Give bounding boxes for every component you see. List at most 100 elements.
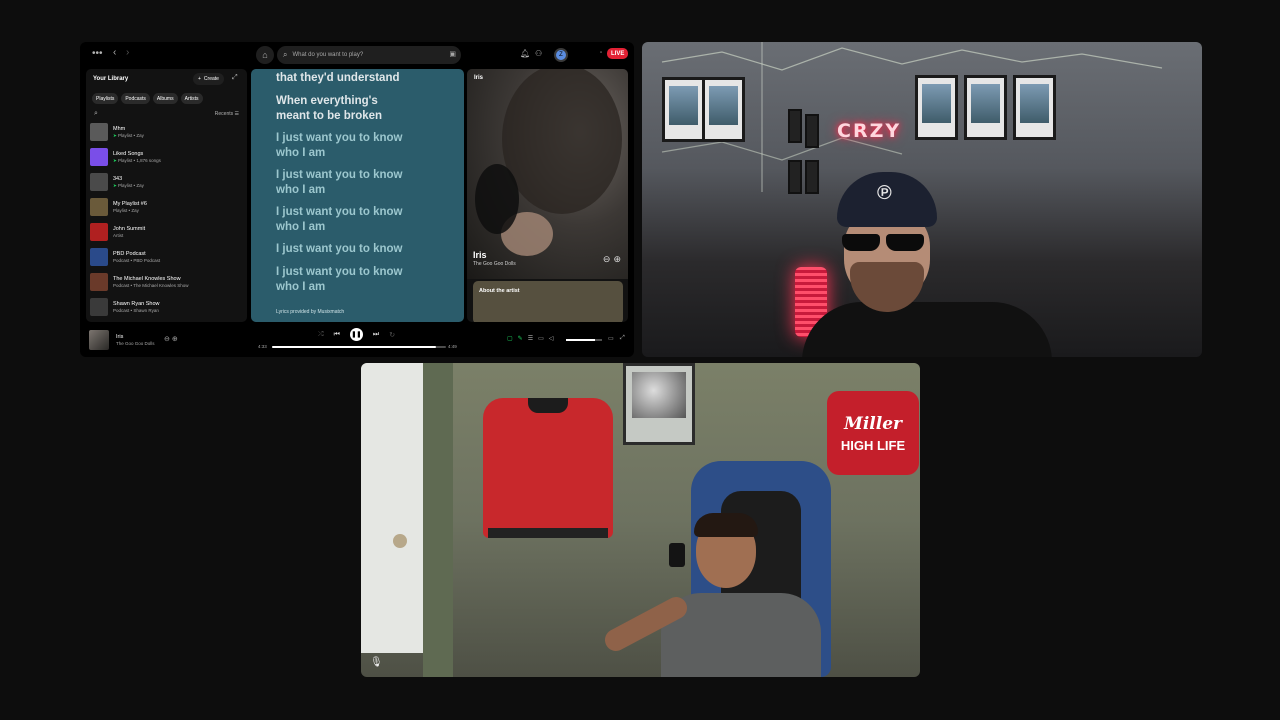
now-playing-panel: Iris Iris The Goo Goo Dolls ⊖ ⊕ About th… <box>467 69 628 322</box>
library-item[interactable]: 343 ➤ Playlist • Zay <box>90 171 242 193</box>
wall-frame <box>788 109 802 143</box>
library-item[interactable]: Shawn Ryan Show Podcast • Shawn Ryan <box>90 296 242 318</box>
player-bar: Iris The Goo Goo Dolls ⊖ ⊕ ⤮ ⏮ ❚❚ ⏭ ↻ 4:… <box>80 324 634 357</box>
lyric-line[interactable]: that they'd understand <box>276 71 446 86</box>
library-item-name: Liked Songs <box>113 150 144 157</box>
remove-icon[interactable]: ⊖ <box>603 254 611 265</box>
sign-text: HIGH LIFE <box>840 437 906 453</box>
expand-icon[interactable]: ⤢ <box>232 74 238 82</box>
about-artist-card[interactable]: About the artist <box>473 281 623 322</box>
volume-fill <box>566 339 595 341</box>
create-button[interactable]: + Create <box>193 73 224 85</box>
player-cover[interactable] <box>89 330 109 350</box>
wall-poster <box>702 77 745 142</box>
library-item-text: 343 ➤ Playlist • Zay <box>113 176 144 189</box>
live-badge: LIVE <box>607 48 629 59</box>
library-item-text: Mhm ➤ Playlist • Zay <box>113 126 144 139</box>
webcam-feed-2: Miller HIGH LIFE 🎙︎ <box>361 363 920 677</box>
now-playing-title: Iris <box>474 75 484 81</box>
repeat-icon[interactable]: ↻ <box>389 331 395 339</box>
volume-slider[interactable] <box>566 339 602 341</box>
progress-fill <box>272 346 436 348</box>
browse-icon[interactable]: ▣ <box>449 50 456 58</box>
library-title[interactable]: Your Library <box>93 76 128 82</box>
more-options-icon[interactable]: ••• <box>92 48 103 59</box>
about-artist-label: About the artist <box>479 288 520 294</box>
volume-icon[interactable]: ◁ <box>549 335 554 342</box>
create-label: Create <box>203 76 219 82</box>
connect-device-icon[interactable]: ▭ <box>538 335 544 342</box>
fullscreen-icon[interactable]: ⤢ <box>620 335 625 342</box>
back-icon[interactable]: ‹ <box>113 47 116 58</box>
lyric-line[interactable]: I just want you to know who I am <box>276 168 406 198</box>
queue-icon[interactable]: ☰ <box>528 335 533 342</box>
sort-recents[interactable]: Recents ☰ <box>215 111 239 117</box>
playback-controls: ⤮ ⏮ ❚❚ ⏭ ↻ <box>318 328 395 341</box>
add-icon[interactable]: ⊕ <box>613 254 621 265</box>
chip-playlists[interactable]: Playlists <box>92 93 119 104</box>
library-item[interactable]: John Summit Artist <box>90 221 242 243</box>
mini-player-icon[interactable]: ▭ <box>608 335 614 342</box>
library-item-text: Shawn Ryan Show Podcast • Shawn Ryan <box>113 301 159 313</box>
library-item-subtitle: ➤ Playlist • Zay <box>113 133 144 139</box>
player-artist[interactable]: The Goo Goo Dolls <box>116 341 155 346</box>
library-item[interactable]: PBD Podcast Podcast • PBD Podcast <box>90 246 242 268</box>
lyric-line[interactable]: I just want you to know who I am <box>276 131 406 161</box>
lyric-line[interactable]: When everything's meant to be broken <box>276 94 406 124</box>
elapsed-time: 4:33 <box>258 344 267 349</box>
wall-frame <box>788 160 802 194</box>
library-item-subtitle: Podcast • Shawn Ryan <box>113 308 159 313</box>
library-item-name: John Summit <box>113 226 146 232</box>
minimize-icon[interactable]: ▫ <box>600 50 602 56</box>
library-item[interactable]: My Playlist #6 Playlist • Zay <box>90 196 242 218</box>
notifications-icon[interactable]: 🔔︎ <box>520 49 530 58</box>
add-icon[interactable]: ⊕ <box>172 336 178 343</box>
search-input[interactable]: ⌕ What do you want to play? ▣ <box>277 46 461 64</box>
library-item-cover <box>90 123 108 141</box>
next-icon[interactable]: ⏭ <box>373 331 379 339</box>
streamer-2 <box>601 513 821 677</box>
library-item-cover <box>90 198 108 216</box>
chip-albums[interactable]: Albums <box>152 93 178 104</box>
library-item-text: Liked Songs ➤ Playlist • 1,876 songs <box>113 151 161 164</box>
library-item-subtitle: Podcast • PBD Podcast <box>113 258 160 263</box>
chip-artists[interactable]: Artists <box>180 93 203 104</box>
library-item-subtitle: Podcast • The Michael Knowles Show <box>113 283 189 288</box>
chip-podcasts[interactable]: Podcasts <box>121 93 150 104</box>
now-playing-actions: ⊖ ⊕ <box>603 254 621 265</box>
top-bar: ••• ‹ › ⌂ ⌕ What do you want to play? ▣ … <box>80 42 634 68</box>
library-item-subtitle-text: Playlist • Zay <box>118 182 144 188</box>
forward-icon[interactable]: › <box>126 47 129 58</box>
player-track[interactable]: Iris <box>116 334 123 340</box>
library-item-subtitle-text: Playlist • 1,876 songs <box>118 157 161 163</box>
wall-frame <box>805 160 819 194</box>
progress-bar[interactable] <box>272 346 446 348</box>
library-item[interactable]: The Michael Knowles Show Podcast • The Mi… <box>90 271 242 293</box>
now-playing-track[interactable]: Iris <box>473 250 487 260</box>
lyric-line[interactable]: I just want you to know who I am <box>276 205 406 235</box>
sort-label: Recents <box>214 111 234 117</box>
library-item-cover <box>90 248 108 266</box>
library-item-name: PBD Podcast <box>113 251 146 257</box>
library-item-subtitle: ➤ Playlist • Zay <box>113 183 144 189</box>
now-playing-artist[interactable]: The Goo Goo Dolls <box>473 261 516 267</box>
plus-icon: + <box>198 76 201 82</box>
shuffle-icon[interactable]: ⤮ <box>318 331 324 339</box>
library-item[interactable]: Liked Songs ➤ Playlist • 1,876 songs <box>90 146 242 168</box>
remove-icon[interactable]: ⊖ <box>164 336 170 343</box>
lyric-line[interactable]: I just want you to know who I am <box>276 265 406 295</box>
door-knob <box>393 534 407 548</box>
list-icon: ☰ <box>234 111 239 117</box>
avatar[interactable]: Z <box>554 48 568 62</box>
previous-icon[interactable]: ⏮ <box>334 331 340 339</box>
friends-icon[interactable]: ⚇ <box>535 49 542 58</box>
library-item-name: Mhm <box>113 125 126 132</box>
lyric-line[interactable]: I just want you to know <box>276 242 446 257</box>
home-button[interactable]: ⌂ <box>256 46 274 64</box>
lyrics-icon[interactable]: ✎ <box>518 335 523 342</box>
library-search-icon[interactable]: ⌕ <box>94 110 98 118</box>
pause-button[interactable]: ❚❚ <box>349 328 363 341</box>
now-playing-view-icon[interactable]: ▢ <box>507 335 513 342</box>
library-item[interactable]: Mhm ➤ Playlist • Zay <box>90 121 242 143</box>
spotify-window: ••• ‹ › ⌂ ⌕ What do you want to play? ▣ … <box>80 42 634 357</box>
